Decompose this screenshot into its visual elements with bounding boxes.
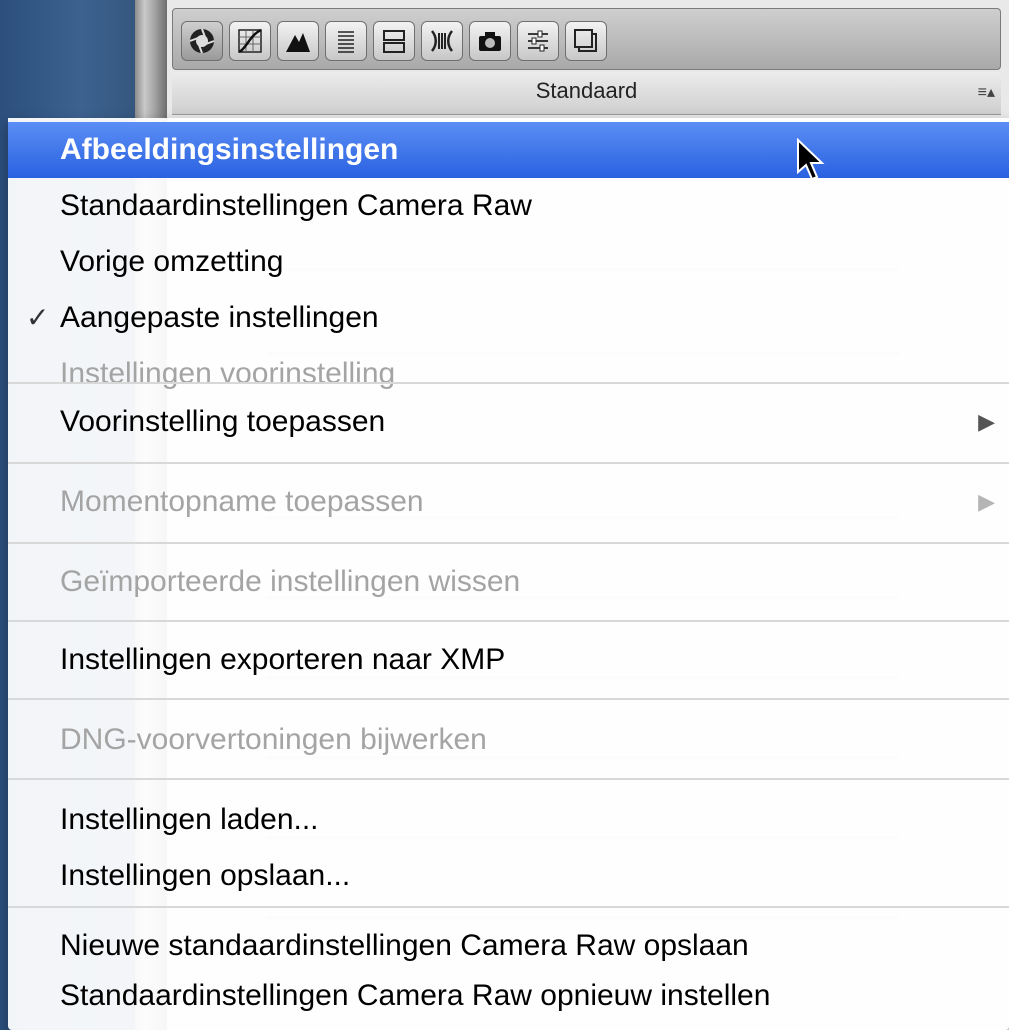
- panel-subheader: Standaard ≡▴: [172, 72, 1001, 115]
- menu-item-label: Nieuwe standaardinstellingen Camera Raw …: [60, 929, 749, 962]
- camera-icon[interactable]: [469, 21, 511, 61]
- menu-item-label: Instellingen laden...: [60, 803, 319, 836]
- align-lines-icon[interactable]: [325, 21, 367, 61]
- menu-item-label: Geïmporteerde instellingen wissen: [60, 565, 521, 598]
- aperture-icon[interactable]: [181, 21, 223, 61]
- menu-separator: [8, 542, 1009, 544]
- menu-separator: [8, 462, 1009, 464]
- mountains-icon[interactable]: [277, 21, 319, 61]
- menu-item-label: Momentopname toepassen: [60, 485, 424, 518]
- settings-dropdown-menu: Afbeeldingsinstellingen Standaardinstell…: [8, 118, 1009, 1030]
- lens-icon[interactable]: [421, 21, 463, 61]
- menu-item-label: DNG-voorvertoningen bijwerken: [60, 723, 487, 756]
- menu-item-label: Standaardinstellingen Camera Raw: [60, 189, 532, 222]
- layers-icon[interactable]: [565, 21, 607, 61]
- menu-item-label: Voorinstelling toepassen: [60, 405, 386, 438]
- menu-item-custom-settings[interactable]: ✓ Aangepaste instellingen: [8, 290, 1009, 346]
- panel-title: Standaard: [535, 78, 638, 103]
- menu-item-label: Instellingen exporteren naar XMP: [60, 643, 506, 676]
- panel-toolbar: [172, 8, 1001, 70]
- menu-item-label: Instellingen opslaan...: [60, 859, 351, 892]
- menu-item-camera-raw-defaults[interactable]: Standaardinstellingen Camera Raw: [8, 178, 1009, 234]
- menu-item-apply-snapshot: Momentopname toepassen ▶: [8, 474, 1009, 530]
- menu-item-previous-conversion[interactable]: Vorige omzetting: [8, 234, 1009, 290]
- menu-item-save-new-defaults[interactable]: Nieuwe standaardinstellingen Camera Raw …: [8, 918, 1009, 974]
- menu-item-label: Vorige omzetting: [60, 245, 284, 278]
- menu-item-label: Standaardinstellingen Camera Raw opnieuw…: [60, 979, 771, 1012]
- mouse-pointer-icon: [797, 138, 825, 181]
- menu-item-label: Afbeeldingsinstellingen: [60, 133, 399, 166]
- menu-item-clear-imported: Geïmporteerde instellingen wissen: [8, 554, 1009, 610]
- menu-item-export-xmp[interactable]: Instellingen exporteren naar XMP: [8, 632, 1009, 688]
- menu-separator: [8, 698, 1009, 700]
- split-toning-icon[interactable]: [373, 21, 415, 61]
- menu-item-image-settings[interactable]: Afbeeldingsinstellingen: [8, 122, 1009, 178]
- menu-separator: [8, 778, 1009, 780]
- panel-menu-icon[interactable]: ≡▴: [978, 82, 995, 102]
- menu-item-apply-preset[interactable]: Voorinstelling toepassen ▶: [8, 394, 1009, 450]
- sliders-icon[interactable]: [517, 21, 559, 61]
- menu-item-load-settings[interactable]: Instellingen laden...: [8, 792, 1009, 848]
- menu-item-label: Aangepaste instellingen: [60, 301, 379, 334]
- menu-separator: [8, 382, 1009, 384]
- menu-item-label: Instellingen voorinstelling: [60, 357, 396, 390]
- menu-item-reset-defaults[interactable]: Standaardinstellingen Camera Raw opnieuw…: [8, 968, 1009, 1024]
- menu-item-save-settings[interactable]: Instellingen opslaan...: [8, 848, 1009, 904]
- menu-separator: [8, 620, 1009, 622]
- submenu-arrow-icon: ▶: [978, 489, 995, 514]
- checkmark-icon: ✓: [26, 302, 50, 333]
- submenu-arrow-icon: ▶: [978, 409, 995, 434]
- tone-curve-icon[interactable]: [229, 21, 271, 61]
- menu-item-update-dng-previews: DNG-voorvertoningen bijwerken: [8, 712, 1009, 768]
- menu-separator: [8, 906, 1009, 908]
